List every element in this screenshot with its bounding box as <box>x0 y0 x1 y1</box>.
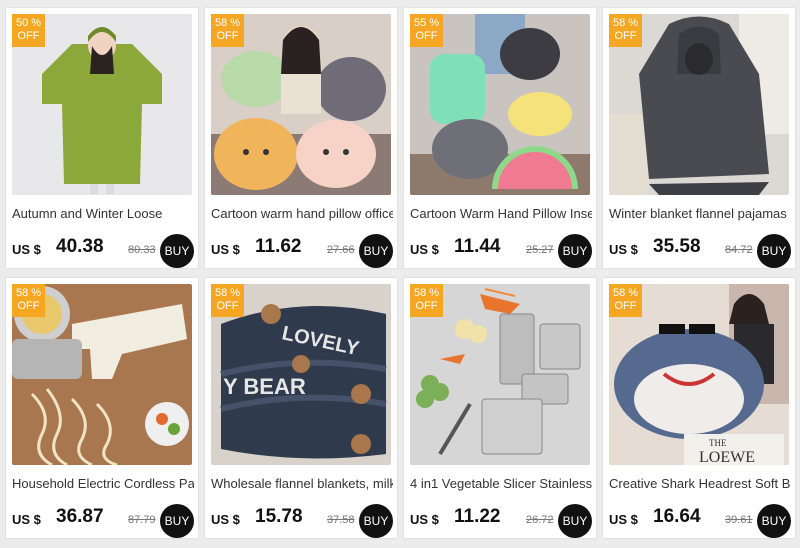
discount-off-label: OFF <box>415 300 438 312</box>
product-card[interactable]: THE LOEWE 58 % OFF Creative Shark Headre… <box>602 277 796 539</box>
original-price: 27.66 <box>327 244 355 256</box>
product-card[interactable]: 58 % OFF Cartoon warm hand pillow office… <box>204 7 398 269</box>
discount-badge: 58 % OFF <box>410 284 443 317</box>
product-card[interactable]: 58 % OFF Household Electric Cordless Pas… <box>5 277 199 539</box>
original-price: 26.72 <box>526 514 554 526</box>
discount-badge: 58 % OFF <box>609 14 642 47</box>
product-title[interactable]: Wholesale flannel blankets, milk <box>211 476 393 491</box>
discount-off-label: OFF <box>17 300 40 312</box>
discount-badge: 55 % OFF <box>410 14 443 47</box>
discount-percent: 55 % <box>413 17 440 29</box>
discount-off-label: OFF <box>614 300 637 312</box>
discount-percent: 58 % <box>612 17 639 29</box>
buy-button[interactable]: BUY <box>757 504 791 538</box>
original-price: 25.27 <box>526 244 554 256</box>
buy-button[interactable]: BUY <box>558 234 592 268</box>
sale-price: 16.64 <box>653 506 701 527</box>
product-title[interactable]: Winter blanket flannel pajamas <box>609 206 791 221</box>
sale-price: 36.87 <box>56 506 104 527</box>
discount-percent: 50 % <box>15 17 42 29</box>
original-price: 80.33 <box>128 244 156 256</box>
discount-percent: 58 % <box>612 287 639 299</box>
discount-badge: 50 % OFF <box>12 14 45 47</box>
product-card[interactable]: 55 % OFF Cartoon Warm Hand Pillow Insert… <box>403 7 597 269</box>
price-row: US $ 15.78 37.58 BUY <box>211 504 393 538</box>
product-grid: 50 % OFF Autumn and Winter Loose US $ 40… <box>0 0 800 548</box>
image-text-bear: Y BEAR <box>223 374 306 399</box>
price-row: US $ 16.64 39.61 BUY <box>609 504 791 538</box>
price-row: US $ 11.22 26.72 BUY <box>410 504 592 538</box>
price-row: US $ 11.62 27.66 BUY <box>211 234 393 268</box>
product-card[interactable]: LOVELY Y BEAR 58 % OFF Wholesale flannel… <box>204 277 398 539</box>
sale-price: 35.58 <box>653 236 701 257</box>
price-row: US $ 40.38 80.33 BUY <box>12 234 194 268</box>
discount-off-label: OFF <box>216 30 239 42</box>
image-text-loewe: LOEWE <box>699 449 755 465</box>
buy-button[interactable]: BUY <box>558 504 592 538</box>
product-title[interactable]: Creative Shark Headrest Soft Bag <box>609 476 791 491</box>
discount-off-label: OFF <box>614 30 637 42</box>
product-title[interactable]: Autumn and Winter Loose <box>12 206 194 221</box>
product-title[interactable]: Household Electric Cordless Pasta <box>12 476 194 491</box>
sale-price: 11.62 <box>255 236 302 257</box>
discount-off-label: OFF <box>415 30 438 42</box>
currency-label: US $ <box>12 512 41 527</box>
original-price: 87.79 <box>128 514 156 526</box>
product-title[interactable]: Cartoon Warm Hand Pillow Insert <box>410 206 592 221</box>
buy-button[interactable]: BUY <box>160 504 194 538</box>
currency-label: US $ <box>609 512 638 527</box>
discount-badge: 58 % OFF <box>12 284 45 317</box>
product-card[interactable]: 50 % OFF Autumn and Winter Loose US $ 40… <box>5 7 199 269</box>
discount-badge: 58 % OFF <box>609 284 642 317</box>
buy-button[interactable]: BUY <box>160 234 194 268</box>
discount-badge: 58 % OFF <box>211 14 244 47</box>
sale-price: 11.22 <box>454 506 501 527</box>
original-price: 39.61 <box>725 514 753 526</box>
currency-label: US $ <box>410 512 439 527</box>
currency-label: US $ <box>12 242 41 257</box>
buy-button[interactable]: BUY <box>359 504 393 538</box>
original-price: 84.72 <box>725 244 753 256</box>
product-title[interactable]: Cartoon warm hand pillow office <box>211 206 393 221</box>
discount-percent: 58 % <box>15 287 42 299</box>
price-row: US $ 35.58 84.72 BUY <box>609 234 791 268</box>
currency-label: US $ <box>410 242 439 257</box>
discount-percent: 58 % <box>214 17 241 29</box>
currency-label: US $ <box>211 512 240 527</box>
sale-price: 15.78 <box>255 506 303 527</box>
price-row: US $ 36.87 87.79 BUY <box>12 504 194 538</box>
sale-price: 40.38 <box>56 236 104 257</box>
discount-off-label: OFF <box>17 30 40 42</box>
buy-button[interactable]: BUY <box>757 234 791 268</box>
sale-price: 11.44 <box>454 236 501 257</box>
currency-label: US $ <box>609 242 638 257</box>
discount-percent: 58 % <box>413 287 440 299</box>
discount-percent: 58 % <box>214 287 241 299</box>
image-text-the: THE <box>709 438 727 448</box>
discount-badge: 58 % OFF <box>211 284 244 317</box>
discount-off-label: OFF <box>216 300 239 312</box>
original-price: 37.58 <box>327 514 355 526</box>
buy-button[interactable]: BUY <box>359 234 393 268</box>
product-card[interactable]: 58 % OFF 4 in1 Vegetable Slicer Stainles… <box>403 277 597 539</box>
price-row: US $ 11.44 25.27 BUY <box>410 234 592 268</box>
product-title[interactable]: 4 in1 Vegetable Slicer Stainless <box>410 476 592 491</box>
currency-label: US $ <box>211 242 240 257</box>
product-card[interactable]: 58 % OFF Winter blanket flannel pajamas … <box>602 7 796 269</box>
